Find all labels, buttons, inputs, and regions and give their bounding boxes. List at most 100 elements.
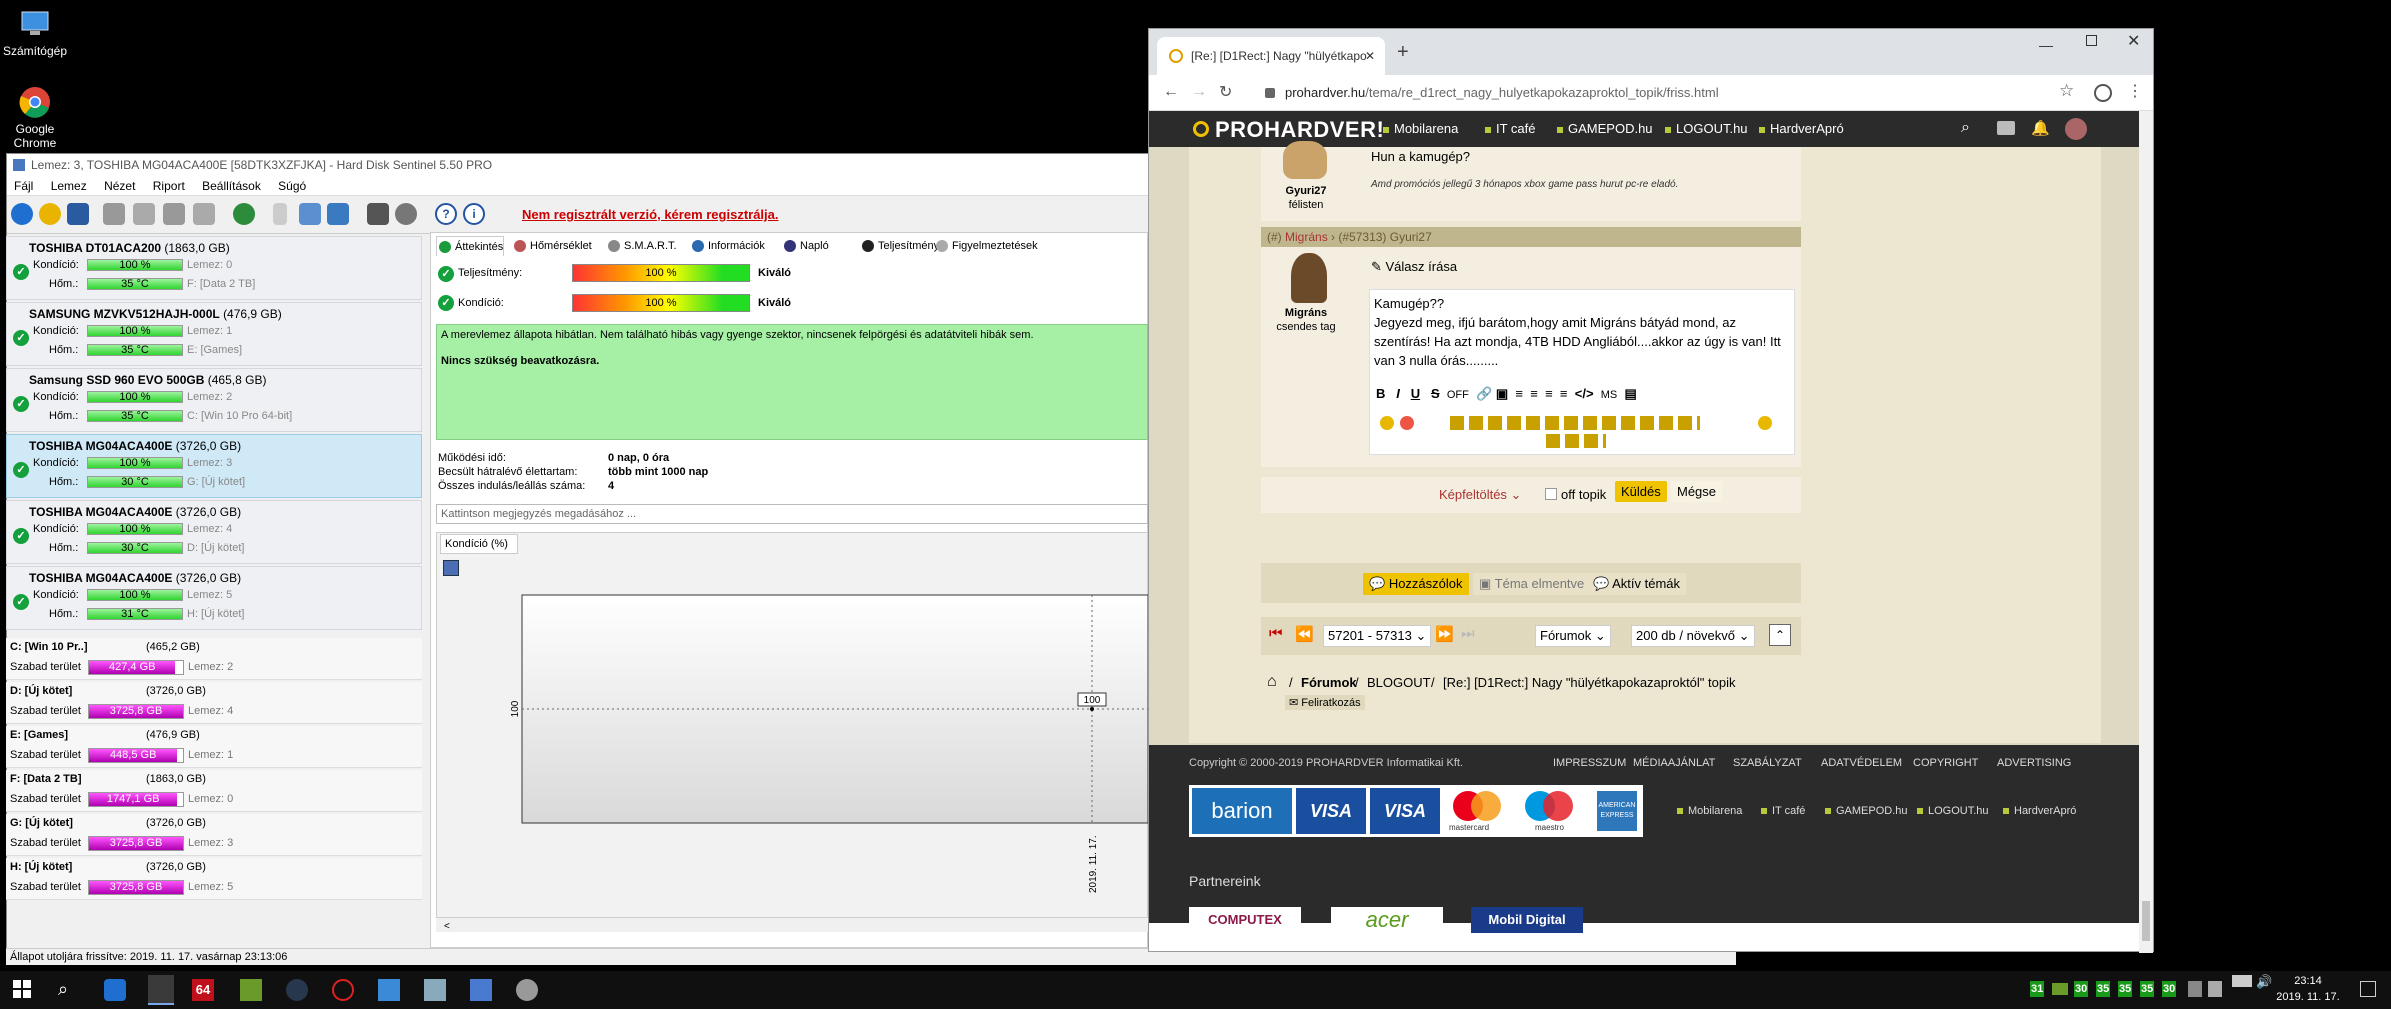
browser-tab[interactable]: [Re:] [D1Rect:] Nagy "hülyétkapo ✕	[1157, 37, 1385, 75]
refresh-icon[interactable]	[11, 203, 33, 225]
nav-itcafe[interactable]: IT café	[1485, 121, 1536, 136]
reply-user[interactable]: Migráns	[1261, 307, 1351, 319]
steam-icon[interactable]	[286, 979, 308, 1001]
chart-scrollbar[interactable]: <	[436, 918, 1148, 932]
topic-saved-button[interactable]: ▣ Téma elmentve	[1473, 573, 1591, 595]
disk-entry[interactable]: TOSHIBA MG04ACA400E (3726,0 GB) ✓ Kondíció…	[6, 500, 422, 564]
first-page-icon[interactable]: ⏮	[1269, 625, 1283, 642]
scrollbar-thumb[interactable]	[2142, 901, 2150, 941]
chrome-scrollbar[interactable]	[2139, 111, 2153, 953]
partner-computex[interactable]: COMPUTEX	[1189, 907, 1301, 933]
reply-author[interactable]: Migráns	[1285, 230, 1328, 244]
disk-entry[interactable]: TOSHIBA MG04ACA400E (3726,0 GB) ✓ Kondíció…	[6, 434, 422, 498]
cancel-button[interactable]: Mégse	[1671, 481, 1723, 502]
clock-date[interactable]: 2019. 11. 17.	[2270, 991, 2346, 1003]
copy-icon[interactable]	[299, 203, 321, 225]
menu-settings[interactable]: Beállítások	[202, 179, 261, 193]
desktop-icon-chrome[interactable]: Google Chrome	[0, 86, 70, 150]
disk-entry[interactable]: TOSHIBA DT01ACA200 (1863,0 GB) ✓ Kondíció:…	[6, 236, 422, 300]
footer-nav-link[interactable]: HardverApró	[2003, 805, 2076, 817]
network-icon[interactable]	[2232, 975, 2252, 987]
offtopic-checkbox[interactable]	[1545, 488, 1557, 500]
smiley-icon[interactable]	[1546, 434, 1606, 448]
new-tab-icon[interactable]: +	[1397, 41, 1409, 64]
footer-link[interactable]: COPYRIGHT	[1913, 757, 1978, 769]
save-task-icon[interactable]	[470, 979, 492, 1001]
tool3-icon[interactable]	[163, 203, 185, 225]
tab-1[interactable]: Hőmérséklet	[512, 236, 592, 256]
msi-icon[interactable]	[332, 979, 354, 1001]
tab-3[interactable]: Információk	[690, 236, 765, 256]
nav-hardverapro[interactable]: HardverApró	[1759, 121, 1844, 136]
menu-disk[interactable]: Lemez	[51, 179, 87, 193]
tool4-icon[interactable]	[193, 203, 215, 225]
comment-button[interactable]: 💬 Hozzászólok	[1363, 573, 1469, 595]
tab-close-icon[interactable]: ✕	[1365, 37, 1375, 75]
smiley-icon[interactable]	[1400, 416, 1414, 430]
reply-hash[interactable]: (#)	[1267, 230, 1282, 244]
tray-temp-icon[interactable]: 35	[2140, 981, 2155, 997]
profile-icon[interactable]	[2094, 84, 2112, 102]
underline-icon[interactable]: U	[1411, 386, 1420, 401]
site-search-icon[interactable]: ⌕	[1961, 119, 1970, 137]
partition-entry[interactable]: G: [Új kötet] (3726,0 GB) Szabad terület 37…	[6, 814, 422, 856]
notifications-icon[interactable]: 🔔	[2031, 119, 2050, 137]
image-upload-dropdown[interactable]: Képfeltöltés ⌄	[1439, 487, 1521, 503]
menu-report[interactable]: Riport	[153, 179, 185, 193]
footer-nav-link[interactable]: IT café	[1761, 805, 1805, 817]
disk-entry[interactable]: TOSHIBA MG04ACA400E (3726,0 GB) ✓ Kondíció…	[6, 566, 422, 630]
footer-link[interactable]: IMPRESSZUM	[1553, 757, 1626, 769]
tool1-icon[interactable]	[103, 203, 125, 225]
footer-link[interactable]: MÉDIAAJÁNLAT	[1633, 757, 1715, 769]
strike-icon[interactable]: S	[1431, 386, 1440, 401]
help-icon[interactable]: ?	[435, 203, 457, 225]
monitor-icon[interactable]	[367, 203, 389, 225]
footer-nav-link[interactable]: Mobilarena	[1677, 805, 1742, 817]
reply-to[interactable]: Gyuri27	[1390, 230, 1432, 244]
save-icon[interactable]	[443, 560, 459, 576]
tray-temp-icon[interactable]: 35	[2118, 981, 2133, 997]
nav-mobilarena[interactable]: Mobilarena	[1383, 121, 1458, 136]
reply-link[interactable]: ✎ Válasz írása	[1371, 259, 1457, 275]
volume-icon[interactable]: 🔊	[2256, 974, 2272, 990]
app-icon[interactable]	[378, 979, 400, 1001]
breadcrumb-forums[interactable]: Fórumok	[1301, 675, 1357, 690]
footer-link[interactable]: ADATVÉDELEM	[1821, 757, 1902, 769]
disk-info-icon[interactable]	[39, 203, 61, 225]
disk-entry[interactable]: Samsung SSD 960 EVO 500GB (465,8 GB) ✓ Kon…	[6, 368, 422, 432]
forward-icon[interactable]: →	[1191, 83, 1207, 101]
tab-5[interactable]: Teljesítmény	[860, 236, 939, 256]
partner-acer[interactable]: acer	[1331, 907, 1443, 933]
partition-entry[interactable]: D: [Új kötet] (3726,0 GB) Szabad terület 37…	[6, 682, 422, 724]
image-icon[interactable]: ▣	[1496, 386, 1508, 401]
partner-mobil-digital[interactable]: Mobil Digital	[1471, 907, 1583, 933]
menu-file[interactable]: Fájl	[14, 179, 33, 193]
active-topics-button[interactable]: 💬 Aktív témák	[1587, 573, 1687, 595]
partition-entry[interactable]: C: [Win 10 Pr..] (465,2 GB) Szabad terület…	[6, 638, 422, 680]
smiley-icon[interactable]	[1450, 416, 1700, 430]
tray-temp-icon[interactable]: 30	[2074, 981, 2089, 997]
tray-temp-icon[interactable]: 31	[2030, 981, 2045, 997]
align-center-icon[interactable]: ≡	[1530, 386, 1538, 401]
code-icon[interactable]: </>	[1575, 386, 1594, 401]
bold-icon[interactable]: B	[1376, 386, 1385, 401]
tab-0[interactable]: Áttekintés	[436, 236, 505, 256]
desktop-icon-computer[interactable]: Számítógép	[0, 6, 70, 58]
partition-entry[interactable]: H: [Új kötet] (3726,0 GB) Szabad terület 37…	[6, 858, 422, 900]
clock-time[interactable]: 23:14	[2278, 975, 2338, 987]
maximize-icon[interactable]	[2086, 35, 2097, 46]
edge-icon[interactable]	[104, 979, 126, 1001]
tray-temp-icon[interactable]: 35	[2096, 981, 2111, 997]
page-range-select[interactable]: 57201 - 57313 ⌄	[1323, 625, 1432, 647]
settings-task-icon[interactable]	[516, 979, 538, 1001]
prev-page-icon[interactable]: ⏪	[1295, 625, 1314, 643]
post-author[interactable]: Gyuri27	[1261, 185, 1351, 197]
send-button[interactable]: Küldés	[1615, 481, 1667, 502]
start-icon[interactable]	[12, 979, 34, 1001]
network-icon[interactable]	[327, 203, 349, 225]
report-icon[interactable]	[67, 203, 89, 225]
partition-entry[interactable]: F: [Data 2 TB] (1863,0 GB) Szabad terület 1…	[6, 770, 422, 812]
perpage-select[interactable]: 200 db / növekvő ⌄	[1631, 625, 1755, 647]
menu-dots-icon[interactable]: ⋮	[2127, 81, 2143, 101]
address-bar[interactable]: prohardver.hu/tema/re_d1rect_nagy_hulyet…	[1257, 80, 1977, 106]
